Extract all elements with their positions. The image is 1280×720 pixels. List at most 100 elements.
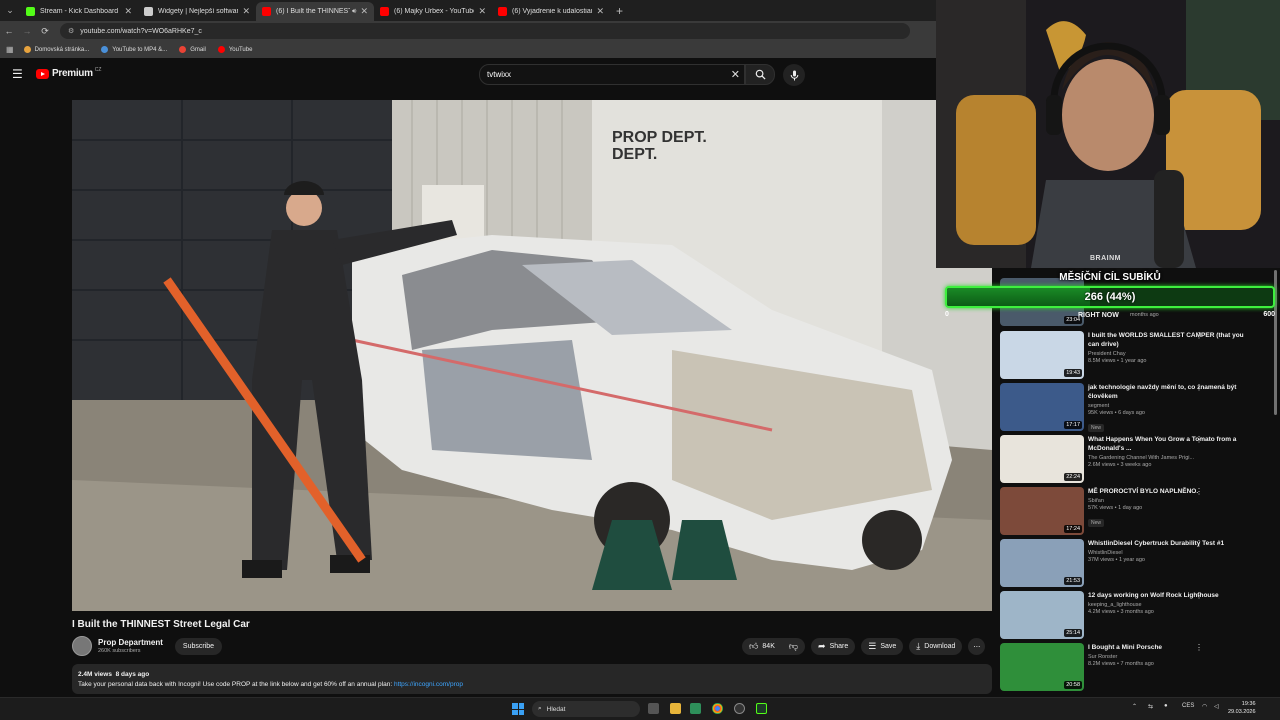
windows-start-icon[interactable] [512,703,524,715]
youtube-logo[interactable]: Premium CZ [36,67,101,79]
address-bar[interactable]: ⚙ youtube.com/watch?v=WO6aRHKe7_c [60,23,910,39]
more-actions-button[interactable]: ⋯ [968,638,986,655]
recommended-channel[interactable]: Sur Ronster [1088,654,1253,660]
tray-wifi-icon[interactable]: ◠ [1202,703,1207,710]
video-thumbnail[interactable]: 19:43 [1000,331,1084,379]
recommended-title[interactable]: MĚ PROROCTVÍ BYLO NAPLNĚNO. [1088,487,1253,496]
dislike-icon[interactable]: 👎︎ [789,641,798,652]
recommended-channel[interactable]: keeping_a_lighthouse [1088,602,1253,608]
save-button[interactable]: ☰ Save [861,638,904,655]
more-options-icon[interactable]: ⋮ [1195,383,1203,392]
more-options-icon[interactable]: ⋮ [1195,487,1203,496]
video-thumbnail[interactable]: 20:58 [1000,643,1084,691]
more-options-icon[interactable]: ⋮ [1195,539,1203,548]
recommended-video[interactable]: 20:58 I Bought a Mini Porsche Sur Ronste… [1000,643,1270,691]
description-link[interactable]: https://incogni.com/prop [394,681,463,688]
search-input[interactable]: tvtwixx ✕ [479,64,745,85]
browser-tab[interactable]: (6) Majky Urbex - YouTube ✕ [374,2,492,21]
taskbar-search[interactable]: ⌕ Hledat [532,701,640,717]
more-options-icon[interactable]: ⋮ [1195,331,1203,340]
sub-goal-widget: MĚSÍČNÍ CÍL SUBÍKŮ 266 (44%) 0 600 [945,270,1275,322]
apps-icon[interactable]: ▦ [6,45,14,54]
share-button[interactable]: ➦ Share [811,638,856,655]
description-box[interactable]: 2.4M views 8 days ago Take your personal… [72,664,992,694]
tab-close-icon[interactable]: ✕ [596,6,604,17]
tab-audio-icon[interactable]: 🔊︎ [352,8,356,16]
recommended-video[interactable]: 17:17 jak technologie navždy mění to, co… [1000,383,1270,432]
tab-close-icon[interactable]: ✕ [478,6,486,17]
browser-tab[interactable]: (6) Vyjadrenie k udalostiam v D ✕ [492,2,610,21]
search-button[interactable] [745,64,775,85]
taskbar-search-placeholder: Hledat [546,705,566,713]
tray-chevron-icon[interactable]: ⌃ [1132,703,1137,710]
bookmark-item[interactable]: Domovská stránka... [23,46,89,53]
recommended-title[interactable]: 12 days working on Wolf Rock Lighthouse [1088,591,1253,600]
chrome-icon[interactable] [712,703,723,714]
video-thumbnail[interactable]: 17:24 [1000,487,1084,535]
like-button[interactable]: 👍︎ 84K 👎︎ [742,638,806,655]
browser-tab[interactable]: Widgety | Nejlepší software pro ✕ [138,2,256,21]
tray-volume-icon[interactable]: ◁ [1214,703,1219,710]
new-badge: New [1088,424,1105,432]
more-options-icon[interactable]: ⋮ [1195,591,1203,600]
browser-tab[interactable]: (6) I Built the THINNEST Str 🔊︎ ✕ [256,2,374,21]
video-player[interactable]: PROP DEPT. DEPT. [72,100,992,611]
more-options-icon[interactable]: ⋮ [1195,643,1203,652]
reload-icon[interactable]: ⟳ [36,26,54,37]
kick-app-icon[interactable] [756,703,767,714]
recommended-video[interactable]: 17:24 MĚ PROROCTVÍ BYLO NAPLNĚNO. Sbiřan… [1000,487,1270,535]
bookmark-item[interactable]: YouTube to MP4 &... [101,46,167,53]
language-indicator[interactable]: CES [1182,703,1194,709]
tab-close-icon[interactable]: ✕ [242,6,250,17]
microphone [1154,170,1184,268]
recommended-channel[interactable]: segment [1088,403,1253,409]
menu-icon[interactable]: ☰ [12,67,23,81]
recommended-title[interactable]: I built the WORLDS SMALLEST CAMPER (that… [1088,331,1253,349]
store-icon[interactable] [690,703,701,714]
clear-search-icon[interactable]: ✕ [731,68,740,81]
mic-brand: BRAINM [1090,255,1121,262]
voice-search-button[interactable] [783,64,805,86]
video-thumbnail[interactable]: 25:14 [1000,591,1084,639]
taskbar-clock[interactable]: 19:36 29.03.2026 [1228,700,1256,716]
tab-favicon-icon [498,7,507,16]
tab-search-icon[interactable]: ⌄ [0,0,20,21]
file-explorer-icon[interactable] [670,703,681,714]
recommended-channel[interactable]: WhistlinDiesel [1088,550,1253,556]
recommended-title[interactable]: jak technologie navždy mění to, co zname… [1088,383,1253,401]
subscribe-button[interactable]: Subscribe [174,637,223,655]
channel-avatar[interactable] [72,636,92,656]
recommended-channel[interactable]: President Chay [1088,351,1253,357]
back-icon[interactable]: ← [0,26,18,36]
channel-name[interactable]: Prop Department [98,638,163,647]
download-button[interactable]: ⤓ Download [909,638,963,655]
task-view-icon[interactable] [648,703,659,714]
more-options-icon[interactable]: ⋮ [1195,435,1203,444]
recommended-video[interactable]: 25:14 12 days working on Wolf Rock Light… [1000,591,1270,639]
tab-close-icon[interactable]: ✕ [360,6,368,17]
bookmark-item[interactable]: Gmail [179,46,206,53]
tray-mic-icon[interactable]: ● [1164,703,1168,709]
tray-network-icon[interactable]: ⇆ [1148,703,1153,710]
recommended-channel[interactable]: The Gardening Channel With James Prigi..… [1088,455,1253,461]
new-tab-button[interactable]: + [616,4,623,18]
recommended-video[interactable]: 22:24 What Happens When You Grow a Tomat… [1000,435,1270,483]
recommended-video[interactable]: 21:53 WhistlinDiesel Cybertruck Durabili… [1000,539,1270,587]
browser-tab[interactable]: Stream - Kick Dashboard ✕ [20,2,138,21]
bookmark-label: YouTube [228,46,253,53]
obs-icon[interactable] [734,703,745,714]
site-info-icon[interactable]: ⚙ [68,27,74,35]
save-icon: ☰ [868,641,877,651]
bookmark-item[interactable]: YouTube [217,46,253,53]
recommended-title[interactable]: What Happens When You Grow a Tomato from… [1088,435,1253,453]
recommended-channel[interactable]: Sbiřan [1088,498,1253,504]
video-thumbnail[interactable]: 22:24 [1000,435,1084,483]
video-thumbnail[interactable]: 21:53 [1000,539,1084,587]
recommended-title[interactable]: I Bought a Mini Porsche [1088,643,1253,652]
recommended-video[interactable]: 19:43 I built the WORLDS SMALLEST CAMPER… [1000,331,1270,379]
tab-close-icon[interactable]: ✕ [124,6,132,17]
recommended-meta: 95K views • 6 days ago [1088,410,1145,416]
recommended-title[interactable]: WhistlinDiesel Cybertruck Durability Tes… [1088,539,1253,548]
forward-icon[interactable]: → [18,26,36,36]
video-thumbnail[interactable]: 17:17 [1000,383,1084,431]
